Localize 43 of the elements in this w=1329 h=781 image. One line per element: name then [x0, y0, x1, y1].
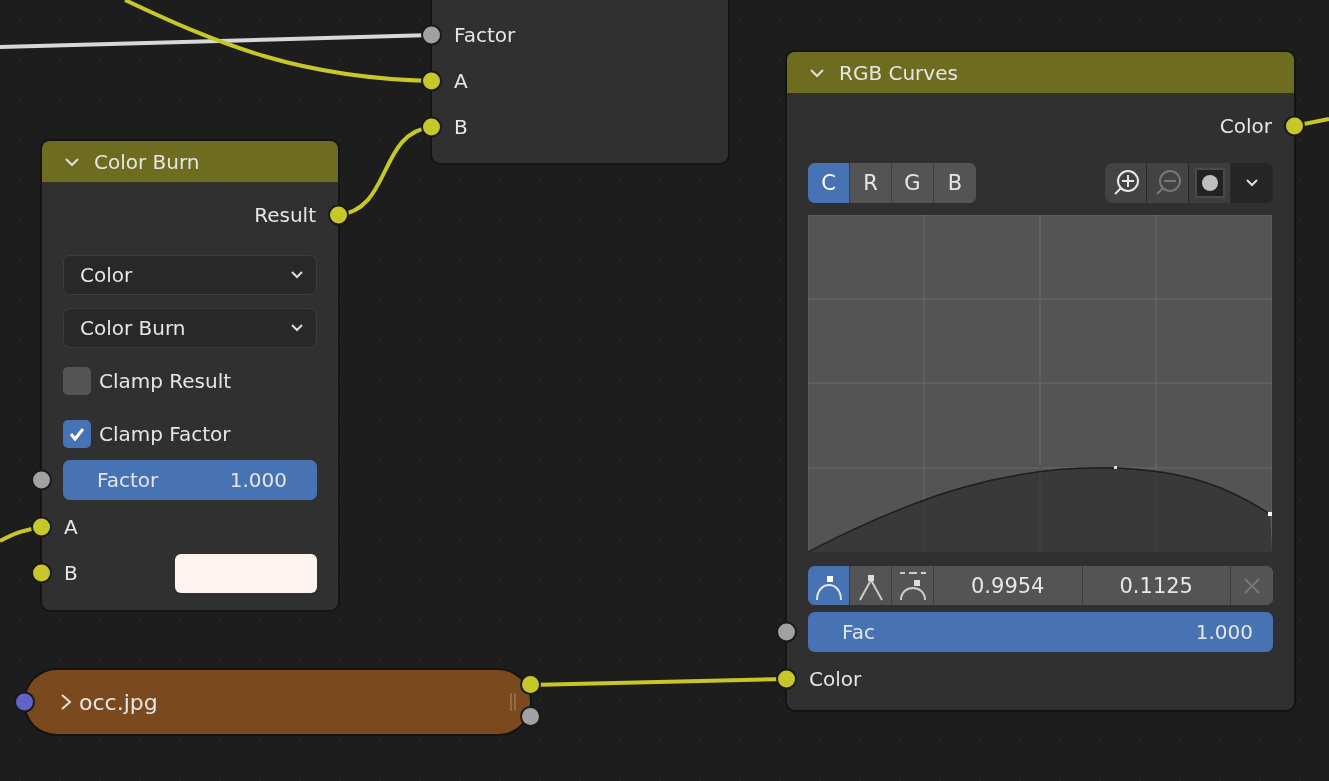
socket[interactable] [33, 518, 50, 536]
socket[interactable] [330, 206, 347, 224]
grip-icon[interactable] [510, 693, 516, 711]
socket-label: Factor [454, 23, 516, 47]
checkbox[interactable] [63, 367, 91, 395]
auto-handle-icon[interactable] [808, 566, 850, 605]
checkbox-label: Clamp Factor [99, 422, 231, 446]
socket-label: A [454, 69, 468, 93]
socket[interactable] [778, 670, 795, 688]
chevron-icon[interactable] [59, 691, 73, 713]
node-header[interactable]: Color Burn [42, 141, 338, 182]
checkbox[interactable] [63, 420, 91, 448]
dropdown[interactable]: Color Burn [63, 308, 317, 348]
point-x-field[interactable]: 0.9954 [934, 566, 1083, 605]
color-swatch[interactable] [175, 553, 317, 593]
socket[interactable] [33, 471, 50, 489]
chevron-icon [290, 323, 304, 333]
socket[interactable] [778, 623, 795, 641]
factor-slider[interactable]: Factor 1.000 [63, 460, 317, 500]
socket[interactable] [423, 118, 440, 136]
dropdown[interactable]: Color [63, 255, 317, 295]
clipping-icon[interactable] [1189, 163, 1231, 203]
node-title: occ.jpg [79, 689, 158, 715]
fac-slider[interactable]: Fac 1.000 [808, 612, 1273, 652]
socket[interactable] [522, 676, 539, 693]
zoom-in-icon[interactable] [1105, 163, 1147, 203]
socket[interactable] [423, 26, 440, 44]
socket[interactable] [423, 72, 440, 90]
socket-label: Result [254, 203, 316, 227]
socket-label: A [64, 515, 78, 539]
channel-tab[interactable]: C [808, 163, 850, 203]
socket-label: B [454, 115, 468, 139]
socket[interactable] [522, 708, 539, 725]
checkbox-label: Clamp Result [99, 369, 232, 393]
chevron-icon [290, 270, 304, 280]
node-title: Color Burn [94, 149, 200, 174]
node-title: RGB Curves [839, 60, 958, 85]
socket-label: Color [1219, 114, 1272, 138]
socket-label: B [64, 561, 78, 585]
socket-label: Color [809, 667, 862, 691]
node-header[interactable]: RGB Curves [787, 52, 1294, 93]
socket[interactable] [1286, 117, 1303, 135]
socket[interactable] [33, 564, 50, 582]
